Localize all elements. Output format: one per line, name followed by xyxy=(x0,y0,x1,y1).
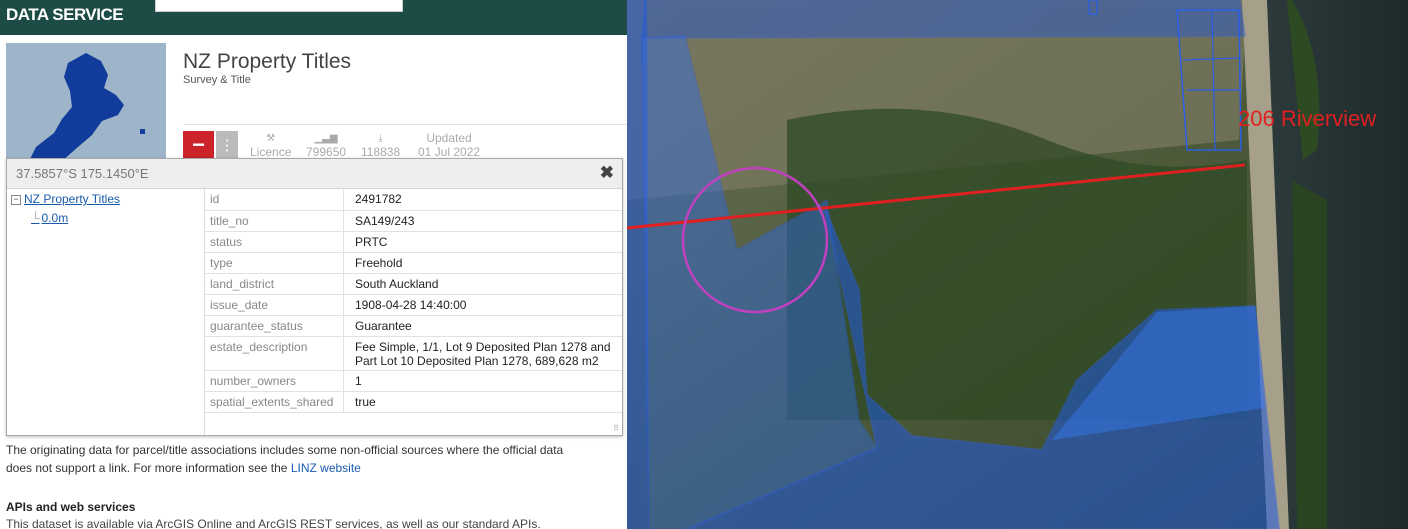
tree-root-label[interactable]: NZ Property Titles xyxy=(24,192,120,206)
updated-date: 01 Jul 2022 xyxy=(418,145,481,159)
dataset-thumbnail xyxy=(6,43,166,163)
attribute-row: guarantee_status Guarantee xyxy=(204,315,622,337)
apis-heading: APIs and web services xyxy=(6,500,136,514)
attribute-value: 1908-04-28 14:40:00 xyxy=(343,294,622,316)
dataset-subtitle: Survey & Title xyxy=(183,74,251,86)
map-view[interactable] xyxy=(627,0,1408,529)
attribute-value: Fee Simple, 1/1, Lot 9 Deposited Plan 12… xyxy=(343,336,622,371)
attribute-key: number_owners xyxy=(204,370,344,392)
tree-item-nz-property-titles[interactable]: − NZ Property Titles xyxy=(11,192,120,206)
header-bar: DATA SERVICE xyxy=(0,0,627,35)
licence-stat[interactable]: ⚒ Licence xyxy=(250,132,291,159)
updated-stat: Updated 01 Jul 2022 xyxy=(418,131,481,160)
close-icon[interactable]: ✖ xyxy=(600,163,614,183)
search-input[interactable] xyxy=(155,0,403,12)
aerial-map[interactable] xyxy=(627,0,1408,529)
attribute-key: land_district xyxy=(204,273,344,295)
views-count: 799650 xyxy=(306,145,347,159)
attribute-row: land_district South Auckland xyxy=(204,273,622,295)
linz-website-link[interactable]: LINZ website xyxy=(291,461,361,475)
attribute-key: title_no xyxy=(204,210,344,232)
tree-item-distance[interactable]: └ 0.0m xyxy=(31,211,68,225)
views-stat: ▁▃▆ 799650 xyxy=(306,132,346,159)
popup-header: 37.5857°S 175.1450°E ✖ xyxy=(7,159,622,189)
attribute-row: type Freehold xyxy=(204,252,622,274)
attribute-key: status xyxy=(204,231,344,253)
attribute-row: id 2491782 xyxy=(204,189,622,211)
feature-info-popup: 37.5857°S 175.1450°E ✖ − NZ Property Titl… xyxy=(6,158,623,436)
downloads-stat: ⤓ 118838 xyxy=(361,132,400,159)
attribute-key: estate_description xyxy=(204,336,344,371)
attribute-row: number_owners 1 xyxy=(204,370,622,392)
map-annotation-label: 206 Riverview xyxy=(1238,106,1377,131)
attribute-value: SA149/243 xyxy=(343,210,622,232)
dataset-panel: DATA SERVICE NZ Property Titles Survey &… xyxy=(0,0,627,529)
tree-branch-icon: └ xyxy=(31,211,40,225)
remove-layer-button[interactable]: − xyxy=(183,131,214,161)
attribute-value: 2491782 xyxy=(343,189,622,211)
bar-chart-icon: ▁▃▆ xyxy=(314,133,338,144)
attribute-value: PRTC xyxy=(343,231,622,253)
attribute-value: Guarantee xyxy=(343,315,622,337)
attribute-key: type xyxy=(204,252,344,274)
info-paragraph: The originating data for parcel/title as… xyxy=(6,441,626,477)
licence-label: Licence xyxy=(250,145,292,159)
divider xyxy=(183,124,627,125)
attribute-value: 1 xyxy=(343,370,622,392)
apis-text: This dataset is available via ArcGIS Onl… xyxy=(6,517,541,529)
updated-heading: Updated xyxy=(426,131,472,145)
layer-tree: − NZ Property Titles └ 0.0m xyxy=(7,189,205,435)
attribute-row: issue_date 1908-04-28 14:40:00 xyxy=(204,294,622,316)
attribute-row: title_no SA149/243 xyxy=(204,210,622,232)
attribute-key: issue_date xyxy=(204,294,344,316)
attribute-table: id 2491782 title_no SA149/243 status PRTC type… xyxy=(204,189,622,413)
attribute-key: guarantee_status xyxy=(204,315,344,337)
brand-logo[interactable]: DATA SERVICE xyxy=(6,5,124,25)
dataset-title: NZ Property Titles xyxy=(183,50,352,73)
attribute-key: id xyxy=(204,189,344,211)
attribute-value: Freehold xyxy=(343,252,622,274)
tree-child-label[interactable]: 0.0m xyxy=(42,211,69,225)
popup-coordinates: 37.5857°S 175.1450°E xyxy=(16,166,149,181)
attribute-row: spatial_extents_shared true xyxy=(204,391,622,413)
attribute-value: true xyxy=(343,391,622,413)
attribute-value: South Auckland xyxy=(343,273,622,295)
collapse-icon[interactable]: − xyxy=(11,195,21,205)
paragraph-line-2: does not support a link. For more inform… xyxy=(6,461,291,475)
attribute-row: status PRTC xyxy=(204,231,622,253)
download-icon: ⤓ xyxy=(378,133,383,144)
more-options-button[interactable]: ⋮ xyxy=(216,131,238,161)
attribute-row: estate_description Fee Simple, 1/1, Lot 9… xyxy=(204,336,622,371)
resize-handle-icon[interactable]: ⠿ xyxy=(613,424,619,433)
license-icon: ⚒ xyxy=(266,133,276,144)
attribute-key: spatial_extents_shared xyxy=(204,391,344,413)
downloads-count: 118838 xyxy=(361,145,401,159)
paragraph-line-1: The originating data for parcel/title as… xyxy=(6,443,564,457)
